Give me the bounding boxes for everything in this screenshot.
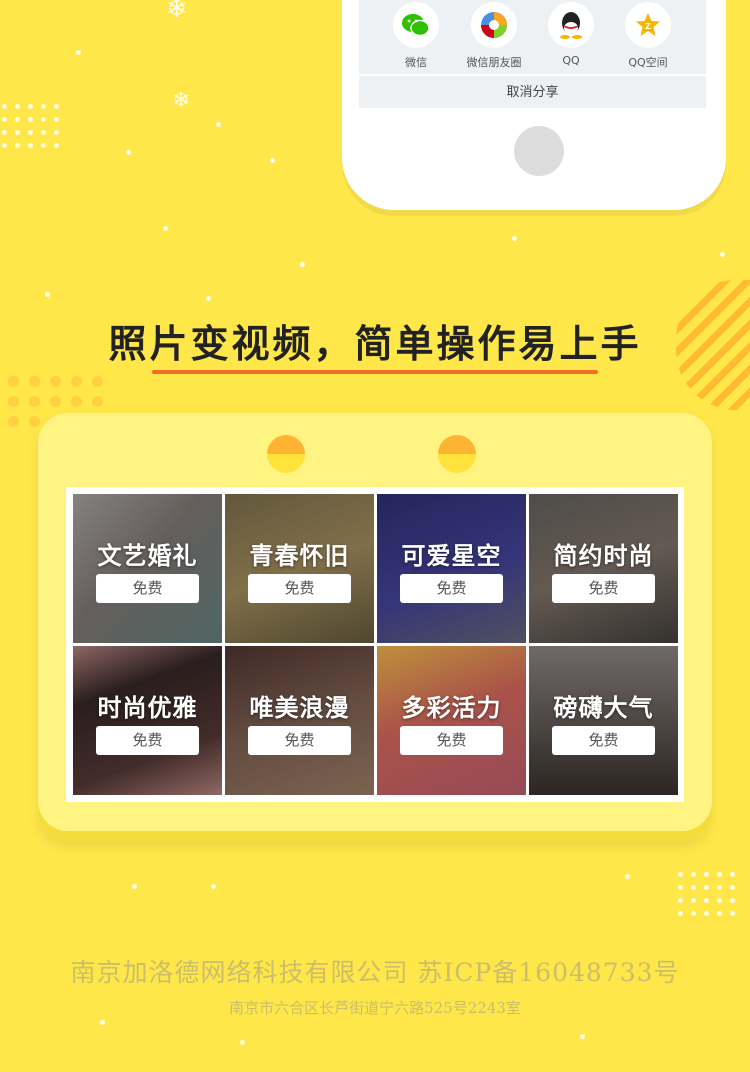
free-button[interactable]: 免费: [400, 574, 503, 603]
template-title: 磅礴大气: [553, 694, 654, 722]
share-moments[interactable]: 微信朋友圈: [454, 2, 534, 70]
share-qq[interactable]: QQ: [531, 2, 611, 67]
svg-text:Z: Z: [645, 22, 651, 31]
share-label: 微信朋友圈: [466, 56, 522, 69]
wechat-moments-icon: [471, 2, 517, 48]
share-wechat[interactable]: 微信: [376, 2, 456, 70]
dot-decoration: [678, 872, 735, 916]
company-address: 南京市六合区长芦街道宁六路525号2243室: [229, 999, 521, 1017]
free-button[interactable]: 免费: [96, 574, 199, 603]
template-title: 简约时尚: [553, 542, 654, 570]
template-card[interactable]: 可爱星空 免费: [377, 494, 526, 643]
board-pin: [438, 435, 476, 473]
company-info: 南京加洛德网络科技有限公司 苏ICP备16048733号: [70, 958, 680, 987]
heading-underline: [152, 370, 598, 374]
template-card[interactable]: 青春怀旧 免费: [225, 494, 374, 643]
snowflake-icon: ❄: [166, 0, 188, 24]
share-qzone[interactable]: Z QQ空间: [608, 2, 688, 70]
free-button[interactable]: 免费: [248, 726, 351, 755]
template-title: 文艺婚礼: [97, 542, 198, 570]
qzone-icon: Z: [625, 2, 671, 48]
template-grid: 文艺婚礼 免费 青春怀旧 免费 可爱星空 免费 简约时尚 免费 时尚优雅 免费 …: [66, 487, 684, 802]
template-title: 青春怀旧: [249, 542, 350, 570]
share-label: 微信: [405, 56, 427, 69]
template-card[interactable]: 磅礴大气 免费: [529, 646, 678, 795]
cancel-share-button[interactable]: 取消分享: [359, 76, 706, 108]
template-card[interactable]: 简约时尚 免费: [529, 494, 678, 643]
free-button[interactable]: 免费: [552, 726, 655, 755]
free-button[interactable]: 免费: [552, 574, 655, 603]
share-sheet: 微信 微信朋友圈 QQ Z QQ空间: [359, 0, 706, 74]
template-title: 唯美浪漫: [249, 694, 350, 722]
dot-decoration: [2, 104, 59, 148]
template-card[interactable]: 多彩活力 免费: [377, 646, 526, 795]
template-title: 可爱星空: [401, 542, 502, 570]
template-card[interactable]: 文艺婚礼 免费: [73, 494, 222, 643]
template-title: 时尚优雅: [97, 694, 198, 722]
free-button[interactable]: 免费: [96, 726, 199, 755]
page-heading: 照片变视频，简单操作易上手: [108, 322, 642, 366]
snowflake-icon: ❄: [172, 88, 191, 113]
free-button[interactable]: 免费: [248, 574, 351, 603]
board-pin: [267, 435, 305, 473]
free-button[interactable]: 免费: [400, 726, 503, 755]
home-button[interactable]: [514, 126, 564, 176]
template-card[interactable]: 唯美浪漫 免费: [225, 646, 374, 795]
qq-icon: [548, 2, 594, 48]
template-title: 多彩活力: [401, 694, 502, 722]
share-label: QQ空间: [628, 56, 668, 69]
wechat-icon: [393, 2, 439, 48]
share-label: QQ: [562, 54, 580, 67]
template-card[interactable]: 时尚优雅 免费: [73, 646, 222, 795]
